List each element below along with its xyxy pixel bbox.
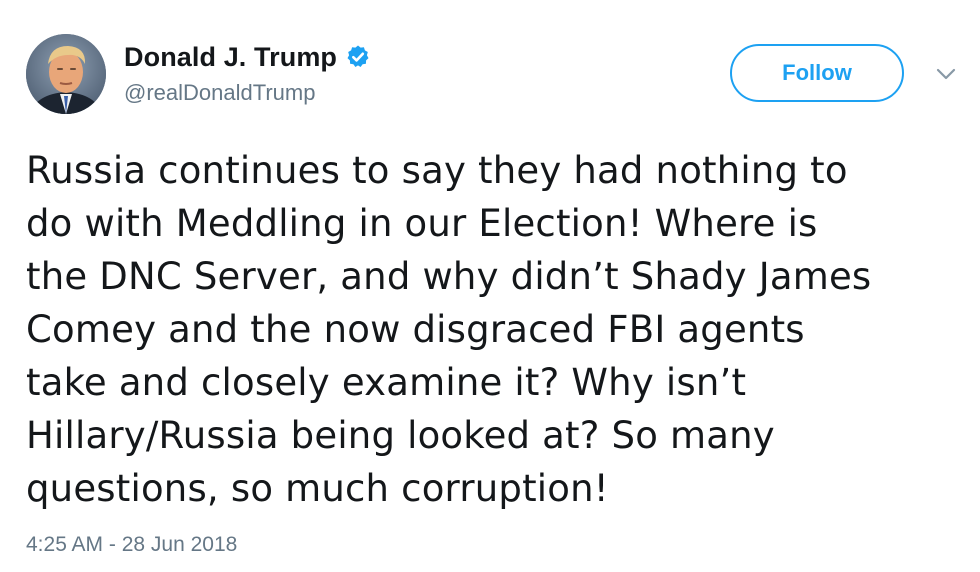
user-name-row: Donald J. Trump (124, 40, 371, 74)
avatar[interactable] (26, 34, 106, 114)
chevron-down-icon[interactable] (933, 64, 959, 84)
tweet-card: Donald J. Trump @realDonaldTrump Follow … (0, 0, 980, 572)
display-name[interactable]: Donald J. Trump (124, 42, 337, 73)
follow-button[interactable]: Follow (730, 44, 904, 102)
tweet-text-line: questions, so much corruption! (26, 467, 609, 510)
verified-badge-icon (345, 44, 371, 70)
user-handle[interactable]: @realDonaldTrump (124, 80, 315, 106)
tweet-text-line: the DNC Server, and why didn’t Shady Jam… (26, 255, 872, 298)
tweet-text-line: Hillary/Russia being looked at? So many (26, 414, 775, 457)
tweet-text-line: Comey and the now disgraced FBI agents (26, 308, 805, 351)
avatar-image (26, 34, 106, 114)
tweet-text-line: do with Meddling in our Election! Where … (26, 202, 818, 245)
tweet-text: Russia continues to say they had nothing… (26, 144, 971, 515)
tweet-text-line: take and closely examine it? Why isn’t (26, 361, 747, 404)
tweet-text-line: Russia continues to say they had nothing… (26, 149, 848, 192)
tweet-timestamp[interactable]: 4:25 AM - 28 Jun 2018 (26, 533, 237, 557)
